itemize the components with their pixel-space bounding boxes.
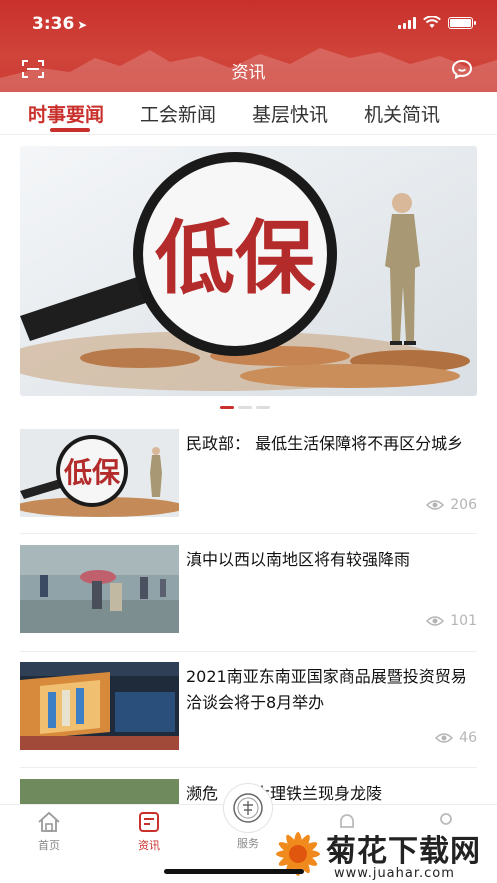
tabbar-news-label: 资讯 — [138, 839, 160, 852]
list-divider — [20, 651, 477, 652]
news-thumbnail: 低保 — [20, 429, 179, 517]
news-title: 滇中以西以南地区将有较强降雨 — [186, 550, 411, 569]
watermark-url: www.juahar.com — [334, 866, 455, 881]
nav-bar: 资讯 — [0, 52, 497, 88]
tab-office-briefs[interactable]: 机关简讯 — [364, 100, 440, 127]
banner-dot-active[interactable] — [220, 406, 234, 409]
home-icon — [38, 811, 60, 832]
cellular-signal-icon — [398, 16, 416, 29]
status-icons — [398, 16, 476, 29]
status-time: 3:36 ➤ — [32, 14, 87, 34]
battery-icon — [448, 16, 476, 29]
banner-pagination — [220, 406, 270, 409]
banner-dot[interactable] — [256, 406, 270, 409]
home-indicator[interactable] — [164, 869, 304, 874]
page-title: 资讯 — [231, 63, 266, 83]
site-watermark: 菊花下载网 www.juahar.com — [270, 826, 497, 883]
service-icon — [233, 793, 263, 823]
news-icon — [139, 812, 159, 832]
view-count: 101 — [426, 613, 477, 629]
location-arrow-icon: ➤ — [77, 18, 88, 32]
wifi-icon — [423, 16, 441, 28]
news-title: 民政部： 最低生活保障将不再区分城乡 — [186, 434, 464, 453]
news-item[interactable]: 2021南亚东南亚国家商品展暨投资贸易洽谈会将于8月举办 46 — [20, 662, 477, 750]
news-title-start: 濒危 — [186, 784, 219, 803]
tab-current-affairs[interactable]: 时事要闻 — [28, 100, 104, 127]
list-divider — [20, 767, 477, 768]
view-count: 206 — [426, 497, 477, 513]
service-center-button[interactable] — [223, 783, 273, 833]
view-count-value: 101 — [450, 613, 477, 629]
news-item[interactable]: 滇中以西以南地区将有较强降雨 101 — [20, 545, 477, 633]
view-count-value: 46 — [459, 730, 477, 746]
news-thumbnail — [20, 779, 179, 804]
tabbar-home-label: 首页 — [38, 839, 60, 852]
category-tabs: 时事要闻 工会新闻 基层快讯 机关简讯 — [0, 92, 497, 134]
tabbar-service-label: 服务 — [237, 837, 259, 850]
featured-banner[interactable]: 低保 — [20, 146, 477, 396]
status-bar: 3:36 ➤ — [0, 0, 497, 50]
banner-caption: 低保 — [155, 212, 316, 305]
banner-image: 低保 — [20, 146, 477, 396]
status-time-text: 3:36 — [32, 14, 75, 34]
banner-dot[interactable] — [238, 406, 252, 409]
tab-union-news[interactable]: 工会新闻 — [140, 100, 216, 127]
tabbar-service[interactable]: 服务 — [218, 835, 278, 851]
eye-icon — [426, 500, 445, 510]
news-thumbnail — [20, 662, 179, 750]
tabs-divider — [0, 134, 497, 135]
app-header: 3:36 ➤ 资讯 — [0, 0, 497, 92]
active-tab-indicator — [50, 128, 90, 132]
thumb-caption: 低保 — [63, 456, 121, 489]
watermark-text: 菊花下载网 — [326, 834, 481, 869]
news-title: 2021南亚东南亚国家商品展暨投资贸易洽谈会将于8月举办 — [186, 667, 467, 712]
news-thumbnail — [20, 545, 179, 633]
view-count: 46 — [435, 730, 477, 746]
news-title-tail: 大理铁兰现身龙陵 — [254, 784, 383, 803]
tabbar-home[interactable]: 首页 — [19, 811, 79, 853]
eye-icon — [426, 616, 445, 626]
tabbar-news[interactable]: 资讯 — [119, 811, 179, 853]
news-item[interactable]: 低保 民政部： 最低生活保障将不再区分城乡 206 — [20, 429, 477, 517]
tab-grassroots-news[interactable]: 基层快讯 — [252, 100, 328, 127]
message-icon[interactable] — [451, 59, 473, 79]
view-count-value: 206 — [450, 497, 477, 513]
list-divider — [20, 533, 477, 534]
eye-icon — [435, 733, 454, 743]
